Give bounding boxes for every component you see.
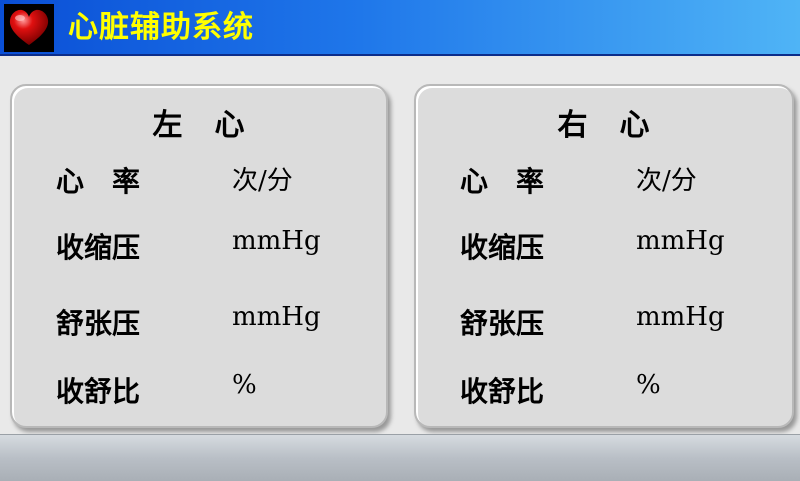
bottom-bar <box>0 434 800 481</box>
systolic-diastolic-ratio-unit: % <box>232 370 257 400</box>
diastolic-pressure-label: 舒张压 <box>460 307 545 340</box>
right-heart-panel: 右 心 心 率 次/分 收缩压 mmHg 舒张压 mmHg 收舒比 % <box>414 84 794 428</box>
heart-rate-label: 心 率 <box>460 165 545 198</box>
systolic-pressure-label: 收缩压 <box>460 231 545 264</box>
panel-title-right: 右 心 <box>557 108 651 143</box>
logo <box>4 4 54 52</box>
heart-icon <box>9 9 49 45</box>
heart-rate-unit: 次/分 <box>232 166 293 196</box>
diastolic-pressure-unit: mmHg <box>232 302 321 332</box>
systolic-pressure-unit: mmHg <box>232 226 321 256</box>
main-content: 左 心 心 率 次/分 收缩压 mmHg 舒张压 mmHg 收舒比 % 右 心 … <box>0 58 800 434</box>
panel-title-left: 左 心 <box>152 108 246 143</box>
systolic-pressure-label: 收缩压 <box>56 231 141 264</box>
left-heart-panel: 左 心 心 率 次/分 收缩压 mmHg 舒张压 mmHg 收舒比 % <box>10 84 388 428</box>
systolic-diastolic-ratio-unit: % <box>636 370 661 400</box>
systolic-diastolic-ratio-label: 收舒比 <box>56 375 141 408</box>
heart-rate-unit: 次/分 <box>636 166 697 196</box>
heart-rate-label: 心 率 <box>56 165 141 198</box>
title-bar: 心脏辅助系统 <box>0 0 800 56</box>
app-title: 心脏辅助系统 <box>68 10 254 45</box>
diastolic-pressure-unit: mmHg <box>636 302 725 332</box>
systolic-pressure-unit: mmHg <box>636 226 725 256</box>
systolic-diastolic-ratio-label: 收舒比 <box>460 375 545 408</box>
diastolic-pressure-label: 舒张压 <box>56 307 141 340</box>
